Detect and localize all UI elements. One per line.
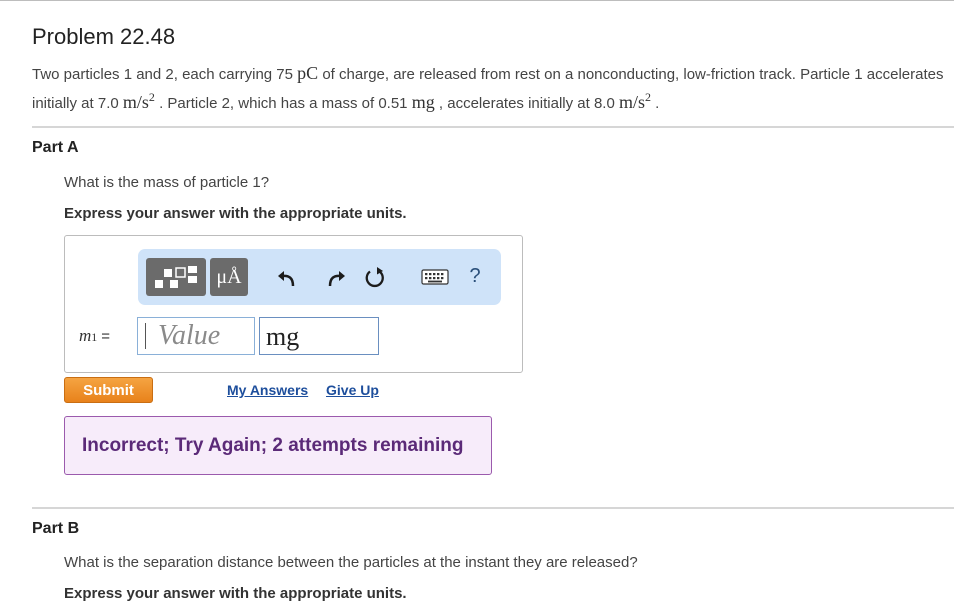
- undo-icon: [278, 271, 295, 287]
- feedback-message: Incorrect; Try Again; 2 attempts remaini…: [64, 416, 492, 475]
- redo-icon: [328, 271, 345, 287]
- part-b-question: What is the separation distance between …: [64, 554, 638, 571]
- submit-button[interactable]: Submit: [64, 377, 153, 403]
- math-toolbar: μÅ ?: [138, 249, 501, 305]
- redo-button[interactable]: [321, 263, 351, 293]
- answer-box: μÅ ? m1 = Value mg: [64, 235, 523, 373]
- templates-button[interactable]: [146, 258, 206, 296]
- keyboard-button[interactable]: [419, 265, 451, 289]
- give-up-link[interactable]: Give Up: [326, 382, 379, 398]
- reset-button[interactable]: [360, 263, 390, 293]
- part-b-divider: [32, 507, 954, 509]
- undo-button[interactable]: [272, 263, 302, 293]
- units-button[interactable]: μÅ: [210, 258, 248, 296]
- mass-unit: mg: [411, 92, 435, 112]
- text-cursor: [145, 323, 146, 349]
- part-a-label: Part A: [32, 139, 79, 156]
- charge-unit: pC: [297, 63, 319, 83]
- top-divider: [0, 0, 954, 1]
- part-a-divider: [32, 126, 954, 128]
- keyboard-icon: [421, 269, 449, 285]
- part-a-question: What is the mass of particle 1?: [64, 174, 270, 191]
- accel-unit-2: m/s2: [618, 90, 651, 112]
- accel-unit-1: m/s2: [122, 90, 155, 112]
- help-button[interactable]: ?: [460, 261, 490, 291]
- part-a-instruction: Express your answer with the appropriate…: [64, 205, 407, 222]
- variable-label: m1 =: [79, 326, 111, 345]
- problem-title: Problem 22.48: [32, 24, 176, 49]
- unit-input[interactable]: mg: [259, 317, 379, 355]
- templates-icon: [155, 266, 197, 288]
- problem-statement: Two particles 1 and 2, each carrying 75 …: [32, 63, 944, 112]
- value-input[interactable]: [137, 317, 255, 355]
- my-answers-link[interactable]: My Answers: [227, 382, 308, 398]
- part-b-label: Part B: [32, 520, 80, 537]
- part-b-instruction: Express your answer with the appropriate…: [64, 585, 407, 602]
- reset-icon: [365, 267, 384, 288]
